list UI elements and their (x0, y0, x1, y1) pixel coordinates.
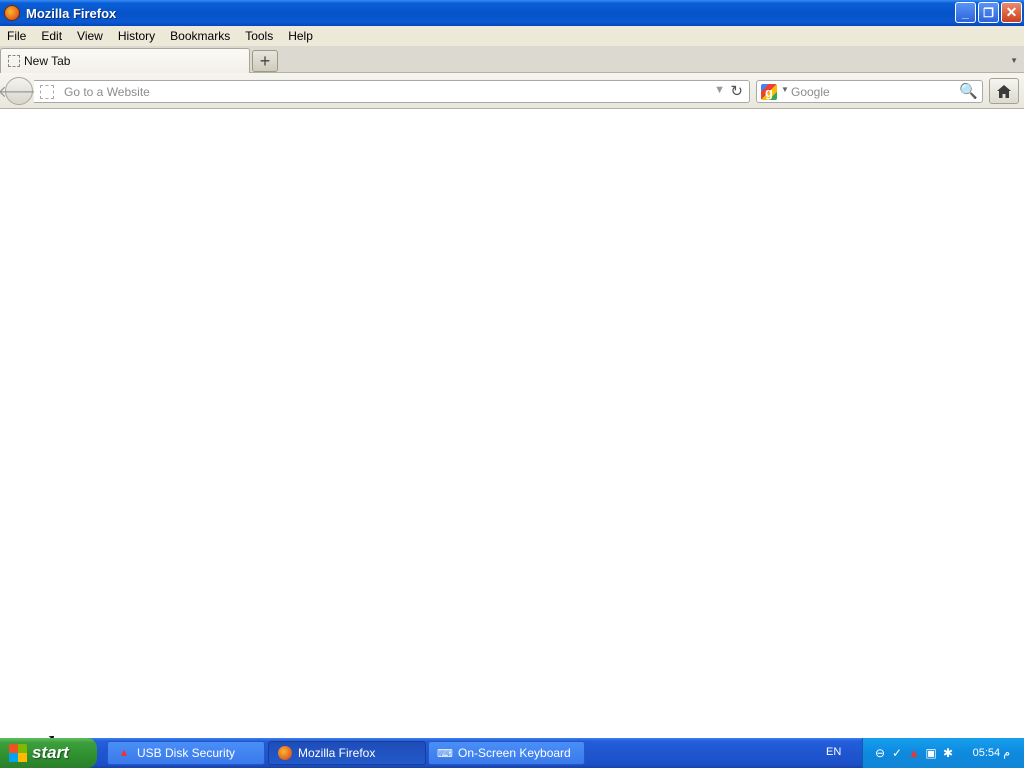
minimize-icon: _ (962, 5, 969, 20)
minimize-button[interactable]: _ (955, 2, 976, 23)
window-title: Mozilla Firefox (26, 5, 117, 21)
keyboard-icon: ⌨ (437, 747, 453, 760)
chevron-down-icon: ▼ (1010, 56, 1018, 65)
taskbar-usb-disk-security[interactable]: ▲ USB Disk Security (107, 741, 265, 765)
menu-history[interactable]: History (111, 29, 163, 43)
taskbar: start ▲ USB Disk Security Mozilla Firefo… (0, 738, 1024, 768)
restore-icon: ❐ (983, 5, 994, 20)
start-button[interactable]: start (0, 738, 97, 768)
menu-bar: File Edit View History Bookmarks Tools H… (0, 26, 1024, 46)
security-shield-icon[interactable]: ✓ (890, 746, 904, 760)
reload-icon[interactable]: ↻ (730, 82, 743, 100)
window-controls: _ ❐ ✕ (955, 2, 1022, 23)
google-icon[interactable]: g (761, 84, 777, 100)
close-icon: ✕ (1005, 4, 1018, 20)
home-icon (997, 84, 1011, 98)
title-bar[interactable]: Mozilla Firefox _ ❐ ✕ (0, 0, 1024, 26)
start-label: start (32, 743, 69, 762)
list-all-tabs-button[interactable]: ▼ (1010, 56, 1018, 65)
back-button[interactable]: 🡐 (0, 77, 40, 105)
history-dropdown-icon[interactable]: ▼ (714, 84, 725, 96)
engine-dropdown-icon[interactable]: ▼ (781, 85, 789, 94)
url-input[interactable] (64, 83, 704, 101)
safely-remove-hardware-icon[interactable]: ▣ (924, 746, 938, 760)
navigation-toolbar: 🡐 ▼ ↻ g ▼ 🔍 (0, 73, 1024, 109)
menu-help[interactable]: Help (281, 29, 321, 43)
menu-edit[interactable]: Edit (34, 29, 70, 43)
site-identity-icon[interactable] (40, 85, 54, 99)
menu-file[interactable]: File (0, 29, 34, 43)
network-icon[interactable]: ⊖ (873, 746, 887, 760)
task-label: USB Disk Security (137, 746, 236, 760)
usb-security-tray-icon[interactable]: ▲ (907, 746, 921, 760)
url-bar[interactable]: ▼ ↻ (34, 80, 750, 103)
tab-new-tab[interactable]: New Tab (0, 48, 250, 73)
blank-page-icon (8, 55, 20, 67)
search-bar[interactable]: g ▼ 🔍 (756, 80, 983, 103)
firefox-icon (277, 745, 293, 761)
search-icon[interactable]: 🔍 (959, 82, 978, 100)
menu-tools[interactable]: Tools (238, 29, 281, 43)
system-tray: ⊖ ✓ ▲ ▣ ✱ 05:54 م (862, 738, 1024, 768)
new-tab-button[interactable]: + (252, 50, 278, 72)
taskbar-on-screen-keyboard[interactable]: ⌨ On-Screen Keyboard (428, 741, 585, 765)
tab-label: New Tab (24, 54, 71, 68)
restore-button[interactable]: ❐ (978, 2, 999, 23)
task-label: On-Screen Keyboard (458, 746, 571, 760)
language-indicator[interactable]: EN (826, 746, 841, 758)
clock[interactable]: 05:54 م (973, 746, 1010, 759)
close-button[interactable]: ✕ (1001, 2, 1022, 23)
task-label: Mozilla Firefox (298, 746, 376, 760)
plus-icon: + (259, 51, 271, 71)
menu-bookmarks[interactable]: Bookmarks (163, 29, 238, 43)
menu-view[interactable]: View (70, 29, 111, 43)
search-input[interactable] (791, 83, 951, 101)
firefox-icon (4, 5, 20, 21)
tab-strip: New Tab + ▼ (0, 46, 1024, 73)
volume-icon[interactable]: ✱ (941, 746, 955, 760)
usb-security-icon: ▲ (118, 747, 130, 759)
taskbar-mozilla-firefox[interactable]: Mozilla Firefox (268, 741, 426, 765)
page-content[interactable] (0, 110, 1024, 738)
windows-logo-icon (9, 744, 27, 762)
home-button[interactable] (989, 78, 1019, 104)
